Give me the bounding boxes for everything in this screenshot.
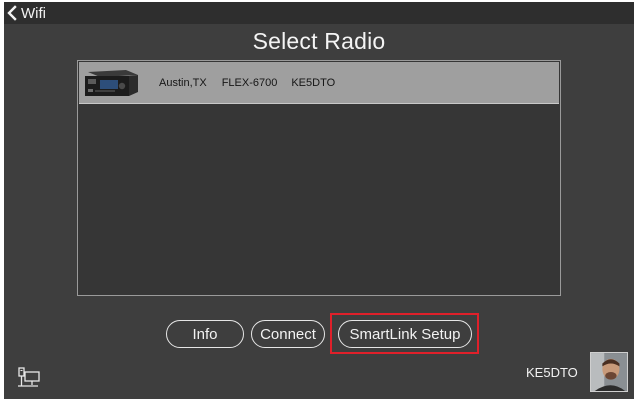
info-button[interactable]: Info <box>166 320 244 348</box>
radio-device-thumbnail <box>82 65 142 100</box>
radio-callsign: KE5DTO <box>291 76 336 89</box>
radio-list[interactable]: Austin,TX FLEX-6700 KE5DTO <box>77 60 561 296</box>
radio-location: Austin,TX <box>159 76 207 89</box>
chevron-left-icon <box>6 5 18 21</box>
avatar[interactable] <box>590 352 628 392</box>
network-computer-icon[interactable] <box>16 367 42 389</box>
highlight-annotation <box>330 313 479 354</box>
top-bar: Wifi <box>4 2 634 24</box>
back-button[interactable]: Wifi <box>6 3 46 23</box>
connect-button[interactable]: Connect <box>251 320 325 348</box>
app-window: Wifi Select Radio Austin,TX FLEX-6700 KE… <box>4 2 634 399</box>
user-callsign: KE5DTO <box>526 365 578 380</box>
radio-model: FLEX-6700 <box>221 76 278 89</box>
radio-list-item[interactable]: Austin,TX FLEX-6700 KE5DTO <box>79 62 559 104</box>
back-label: Wifi <box>21 4 46 22</box>
page-title: Select Radio <box>252 28 386 54</box>
